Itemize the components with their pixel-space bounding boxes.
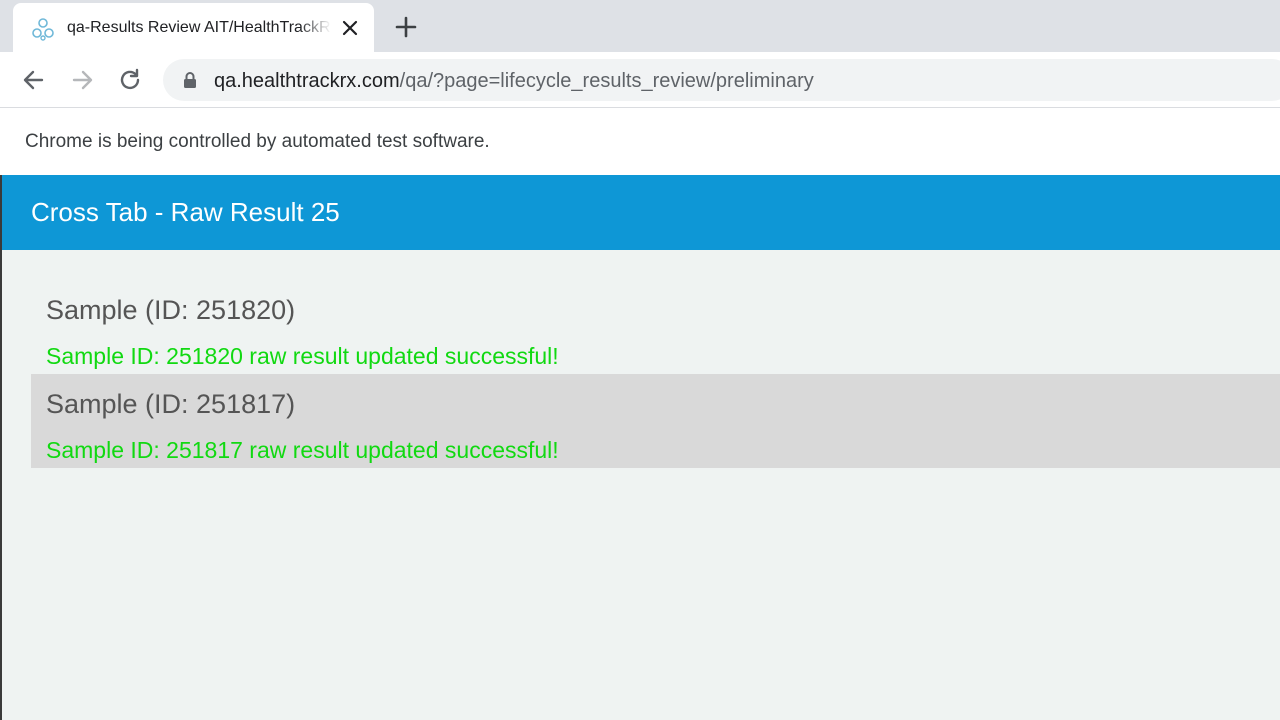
tab-title: qa-Results Review AIT/HealthTrackRx: [67, 19, 331, 36]
close-icon[interactable]: [339, 17, 361, 39]
sample-block: Sample (ID: 251817) Sample ID: 251817 ra…: [31, 374, 1280, 468]
infobar-message: Chrome is being controlled by automated …: [25, 131, 490, 152]
healthtrackrx-molecule-icon: [32, 18, 54, 41]
success-message: Sample ID: 251820 raw result updated suc…: [46, 343, 559, 369]
sample-block: Sample (ID: 251820) Sample ID: 251820 ra…: [31, 280, 1280, 374]
back-arrow-icon[interactable]: [20, 66, 48, 94]
lock-icon[interactable]: [183, 71, 197, 89]
browser-tab-active[interactable]: qa-Results Review AIT/HealthTrackRx: [13, 3, 374, 52]
reload-icon[interactable]: [116, 66, 144, 94]
browser-tabstrip: qa-Results Review AIT/HealthTrackRx: [0, 0, 1280, 52]
url-host: qa.healthtrackrx.com: [214, 70, 400, 92]
new-tab-plus-icon[interactable]: [392, 13, 420, 41]
address-bar[interactable]: qa.healthtrackrx.com/qa/?page=lifecycle_…: [163, 59, 1280, 101]
page-header: Cross Tab - Raw Result 25: [2, 175, 1280, 250]
sample-title: Sample (ID: 251817): [46, 389, 296, 419]
forward-arrow-icon[interactable]: [68, 66, 96, 94]
success-message: Sample ID: 251817 raw result updated suc…: [46, 437, 559, 463]
browser-toolbar: qa.healthtrackrx.com/qa/?page=lifecycle_…: [0, 52, 1280, 107]
url-text[interactable]: qa.healthtrackrx.com/qa/?page=lifecycle_…: [214, 69, 814, 93]
sample-title: Sample (ID: 251820): [46, 295, 296, 325]
page-title: Cross Tab - Raw Result 25: [31, 197, 340, 227]
url-path: /qa/?page=lifecycle_results_review/preli…: [399, 70, 814, 92]
automation-infobar: Chrome is being controlled by automated …: [0, 107, 1280, 175]
page-content: Cross Tab - Raw Result 25 Sample (ID: 25…: [0, 175, 1280, 720]
